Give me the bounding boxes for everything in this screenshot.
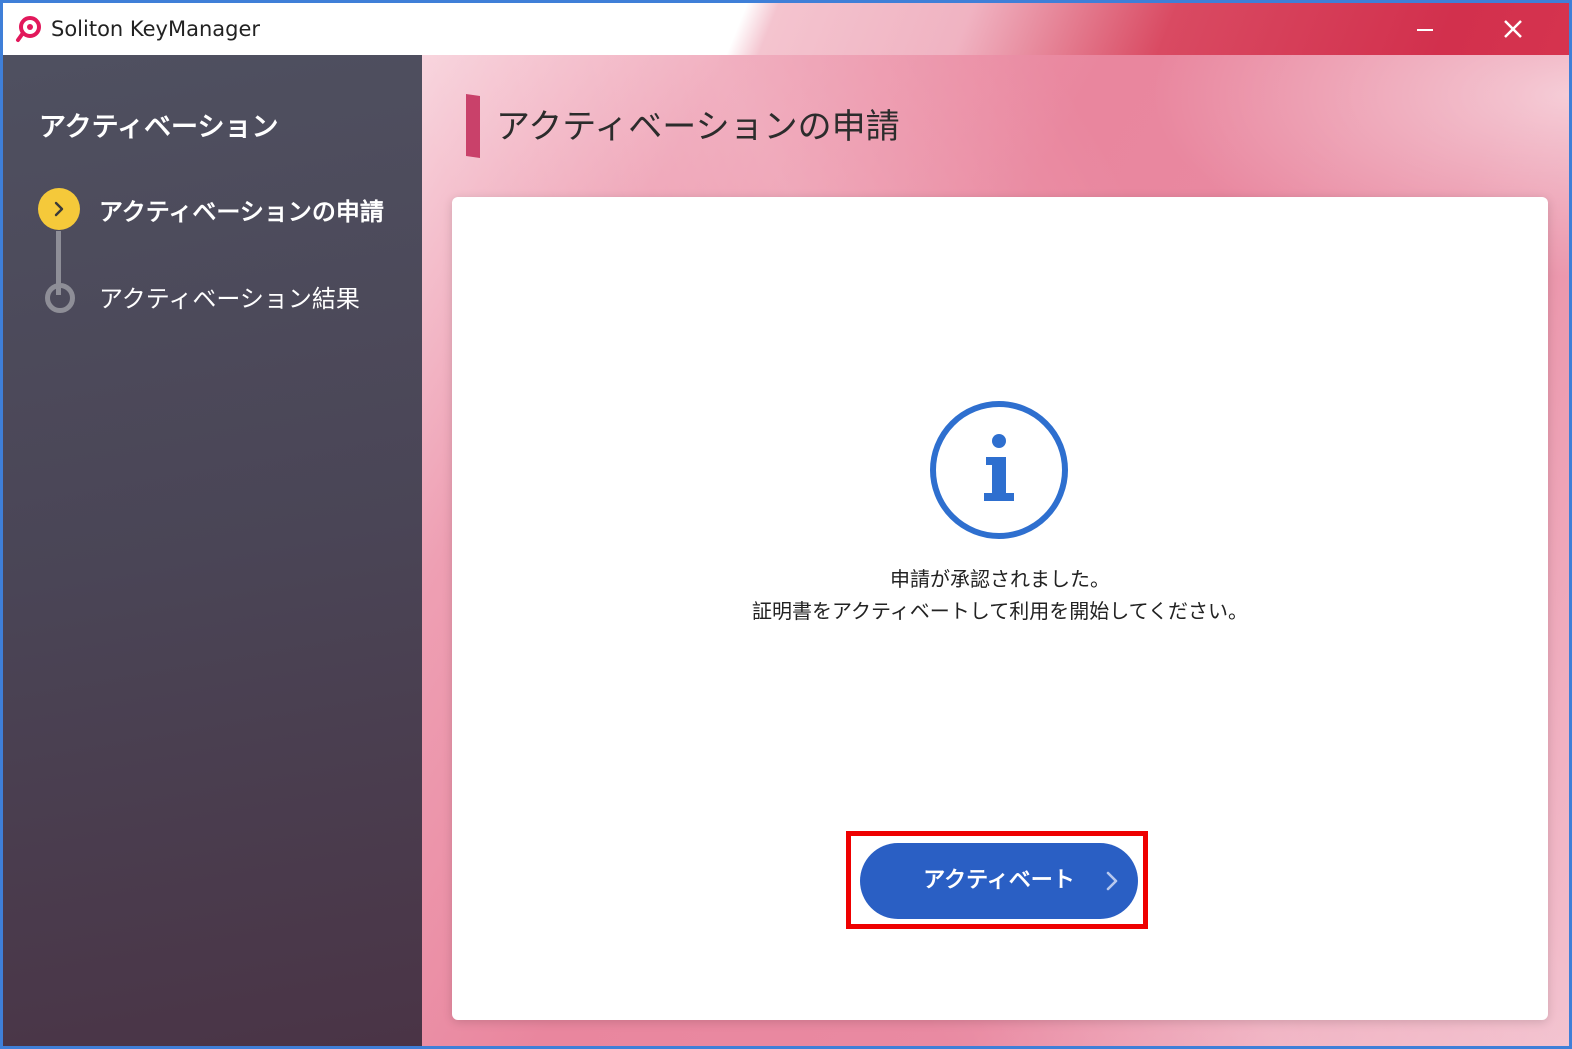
- status-message: 申請が承認されました。 証明書をアクティベートして利用を開始してください。: [452, 563, 1548, 627]
- title-bar[interactable]: Soliton KeyManager: [3, 3, 1569, 55]
- page-title: アクティベーションの申請: [496, 107, 900, 147]
- highlight-annotation: [846, 831, 1148, 929]
- close-button[interactable]: [1473, 3, 1553, 55]
- app-window: Soliton KeyManager アクティベーション アクティベーションの申…: [0, 0, 1572, 1049]
- main-content: アクティベーションの申請 申請が承認されました。 証明書をアクティベートして利用…: [422, 55, 1569, 1046]
- info-icon: [930, 401, 1068, 539]
- window-title: Soliton KeyManager: [51, 17, 261, 41]
- soliton-logo-icon: [16, 16, 41, 42]
- minimize-icon: [1417, 29, 1433, 31]
- message-line-approved: 申請が承認されました。: [890, 567, 1110, 591]
- minimize-button[interactable]: [1385, 3, 1465, 55]
- close-icon: [1504, 20, 1522, 38]
- page-title-accent: [466, 94, 480, 158]
- step-label-result: アクティベーション結果: [99, 285, 360, 313]
- step-label-request: アクティベーションの申請: [99, 198, 384, 226]
- chevron-right-icon: [54, 201, 64, 217]
- sidebar: アクティベーション アクティベーションの申請 アクティベーション結果: [3, 55, 422, 1046]
- step-pending-marker: [45, 283, 75, 313]
- sidebar-title: アクティベーション: [39, 112, 279, 143]
- step-current-marker: [38, 188, 80, 230]
- message-line-instruction: 証明書をアクティベートして利用を開始してください。: [752, 599, 1248, 623]
- content-card: 申請が承認されました。 証明書をアクティベートして利用を開始してください。 アク…: [452, 197, 1548, 1020]
